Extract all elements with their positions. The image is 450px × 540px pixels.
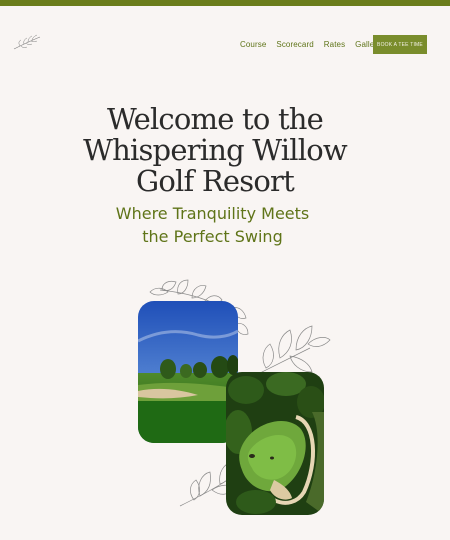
nav-link-course[interactable]: Course [240, 40, 266, 49]
golf-green-aerial-image [226, 372, 324, 515]
main-nav: Course Scorecard Rates Gallery [240, 40, 381, 49]
green-aerial-photo [226, 372, 324, 515]
hero-title-line: Golf Resort [136, 164, 295, 198]
top-accent-bar [0, 0, 450, 6]
fairway-photo [138, 301, 238, 443]
hero-title: Welcome to the Whispering Willow Golf Re… [0, 104, 430, 197]
hero-title-line: Whispering Willow [83, 133, 348, 167]
willow-branch-logo-icon[interactable] [12, 32, 42, 52]
nav-link-rates[interactable]: Rates [324, 40, 345, 49]
hero-title-line: Welcome to the [106, 102, 324, 136]
golf-fairway-image [138, 301, 238, 443]
book-tee-time-button[interactable]: BOOK A TEE TIME [373, 35, 427, 54]
hero-subtitle: Where Tranquility Meets the Perfect Swin… [0, 202, 425, 248]
hero-subtitle-line: Where Tranquility Meets [115, 204, 310, 223]
hero-subtitle-line: the Perfect Swing [142, 227, 283, 246]
nav-link-scorecard[interactable]: Scorecard [276, 40, 313, 49]
